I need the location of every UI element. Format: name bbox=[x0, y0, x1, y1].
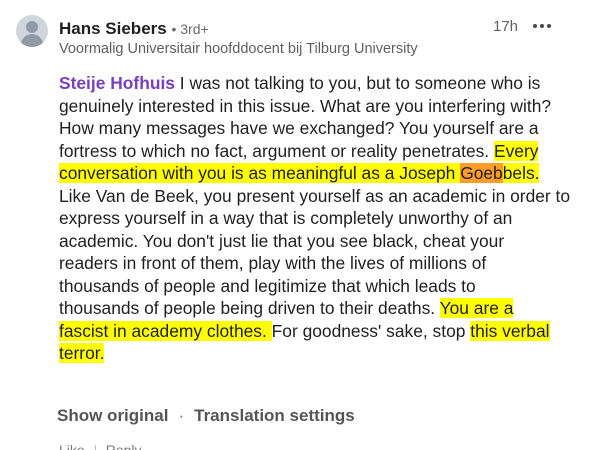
comment-line-6: Like Van de Beek, you present yourself a… bbox=[59, 185, 579, 208]
comment-line-11: thousands of people being driven to thei… bbox=[59, 297, 579, 320]
comment-text: academic. You don't just lie that you se… bbox=[59, 230, 505, 251]
comment-text: For goodness' sake, stop bbox=[271, 320, 471, 341]
highlighted-text: terror. bbox=[59, 343, 105, 363]
comment-text: express yourself in a way that is comple… bbox=[59, 208, 513, 228]
comment-line-7: express yourself in a way that is comple… bbox=[59, 207, 579, 230]
mention-link[interactable]: Steije Hofhuis bbox=[59, 73, 175, 93]
more-horizontal-icon[interactable] bbox=[531, 22, 553, 30]
dot bbox=[540, 24, 544, 28]
reply-button[interactable]: Reply bbox=[106, 442, 142, 450]
comment-line-8: academic. You don't just lie that you se… bbox=[59, 230, 579, 253]
comment-line-4: fortress to which no fact, argument or r… bbox=[59, 140, 579, 163]
translation-settings-button[interactable]: Translation settings bbox=[194, 406, 355, 425]
highlighted-text: You are a bbox=[439, 298, 514, 318]
author-headline: Voormalig Universitair hoofddocent bij T… bbox=[59, 41, 418, 57]
highlighted-text: Every bbox=[493, 140, 539, 161]
comment-text: How many messages have we exchanged? You… bbox=[59, 118, 539, 138]
author-name[interactable]: Hans Siebers bbox=[59, 19, 167, 38]
comment-text: I was not talking to you, but to someone… bbox=[174, 73, 541, 93]
highlighted-text: this verbal bbox=[470, 320, 550, 341]
comment-text: fortress to which no fact, argument or r… bbox=[59, 140, 494, 161]
comment-line-2: genuinely interested in this issue. What… bbox=[59, 95, 579, 118]
highlighted-text: fascist in academy clothes. bbox=[59, 320, 272, 341]
timestamp: 17h bbox=[493, 18, 519, 35]
translation-actions: Show original · Translation settings bbox=[57, 405, 355, 427]
separator-dot: · bbox=[178, 406, 185, 425]
comment-line-3: How many messages have we exchanged? You… bbox=[59, 117, 579, 140]
connection-degree: • 3rd+ bbox=[171, 21, 209, 37]
comment-line-1: Steije Hofhuis I was not talking to you,… bbox=[59, 72, 579, 95]
like-button[interactable]: Like bbox=[59, 442, 85, 450]
highlighted-text: bels. bbox=[502, 163, 540, 183]
dot bbox=[547, 24, 551, 28]
comment-card: Hans Siebers • 3rd+ Voormalig Universita… bbox=[0, 0, 610, 450]
divider bbox=[94, 445, 96, 450]
comment-text: Like Van de Beek, you present yourself a… bbox=[59, 185, 571, 206]
comment-line-10: thousands of people and legitimize that … bbox=[59, 275, 579, 298]
comment-text: genuinely interested in this issue. What… bbox=[59, 95, 552, 116]
orange-highlighted-text: Goeb bbox=[460, 163, 503, 183]
comment-text: thousands of people and legitimize that … bbox=[59, 275, 476, 296]
avatar[interactable] bbox=[16, 15, 48, 47]
comment-text: readers in front of them, play with the … bbox=[59, 253, 487, 273]
comment-reactions: Like Reply bbox=[59, 441, 141, 450]
comment-text: thousands of people being driven to thei… bbox=[59, 298, 440, 318]
show-original-button[interactable]: Show original bbox=[57, 406, 168, 425]
avatar-head-shape bbox=[26, 21, 38, 33]
comment-body: Steije Hofhuis I was not talking to you,… bbox=[59, 72, 579, 365]
comment-line-5: conversation with you is as meaningful a… bbox=[59, 162, 579, 185]
author-line: Hans Siebers • 3rd+ bbox=[59, 18, 209, 40]
dot bbox=[533, 24, 537, 28]
comment-line-9: readers in front of them, play with the … bbox=[59, 252, 579, 275]
highlighted-text: conversation with you is as meaningful a… bbox=[59, 163, 461, 183]
comment-line-12: fascist in academy clothes. For goodness… bbox=[59, 320, 579, 343]
comment-line-13: terror. bbox=[59, 342, 579, 365]
avatar-body-shape bbox=[21, 34, 43, 47]
